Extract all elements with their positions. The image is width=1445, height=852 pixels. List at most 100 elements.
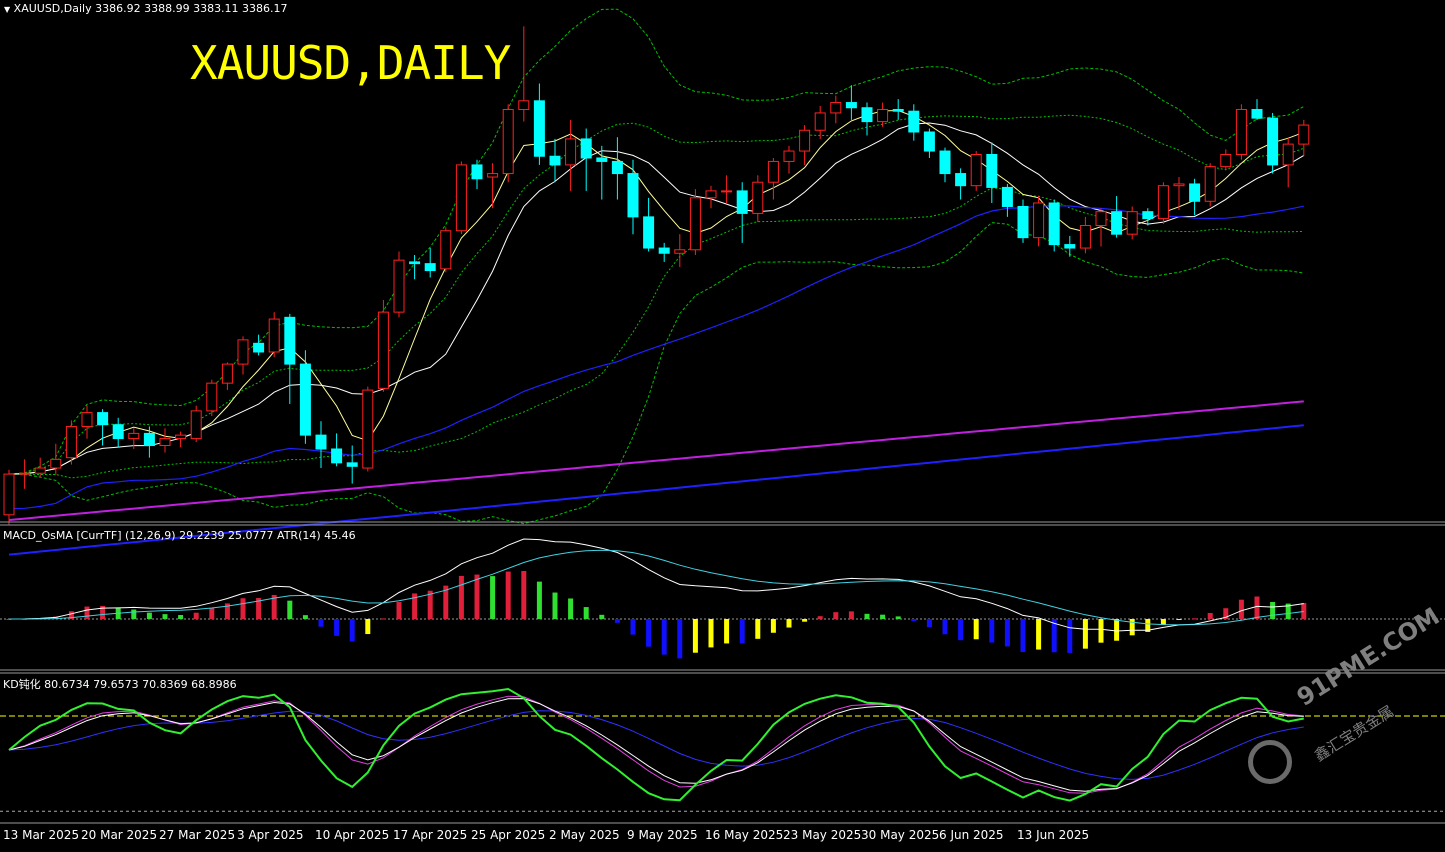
macd-histogram-bar	[739, 619, 745, 644]
macd-histogram-bar	[973, 619, 979, 640]
macd-histogram-bar	[209, 608, 215, 619]
kd-panel	[0, 687, 1445, 812]
macd-histogram-bar	[302, 615, 308, 619]
x-tick-label: 2 May 2025	[549, 828, 620, 842]
candle	[1267, 117, 1279, 166]
candle	[518, 100, 530, 110]
x-tick-label: 9 May 2025	[627, 828, 698, 842]
macd-signal-line	[9, 549, 1304, 626]
macd-histogram-bar	[755, 619, 761, 639]
dropdown-triangle-icon[interactable]: ▼	[4, 5, 10, 14]
candle	[1064, 244, 1076, 249]
panel-frames	[0, 521, 1445, 824]
candle	[892, 108, 904, 112]
candle	[596, 157, 608, 162]
candle	[705, 190, 717, 199]
macd-histogram-bar	[708, 619, 714, 648]
candle	[1001, 186, 1013, 207]
candle	[440, 230, 452, 270]
candle	[19, 472, 31, 475]
ma-mid-line	[8, 122, 1305, 475]
x-tick-label: 25 Apr 2025	[471, 828, 546, 842]
candle	[206, 382, 218, 412]
candle	[627, 173, 639, 218]
macd-histogram-bar	[318, 619, 324, 627]
macd-histogram-bar	[864, 613, 870, 619]
candle	[253, 342, 265, 353]
macd-histogram-bar	[521, 571, 527, 619]
candle	[377, 311, 389, 389]
macd-histogram-bar	[490, 576, 496, 619]
macd-histogram-bar	[193, 612, 199, 619]
candle	[1251, 108, 1263, 119]
macd-histogram-bar	[786, 619, 792, 628]
macd-histogram-bar	[1129, 619, 1135, 636]
macd-histogram-bar	[380, 618, 386, 620]
candle	[814, 112, 826, 131]
macd-histogram-bar	[1192, 618, 1198, 620]
candle	[565, 138, 577, 166]
candle	[1220, 154, 1232, 168]
candle	[237, 339, 249, 365]
candle	[955, 173, 967, 187]
candle	[643, 216, 655, 249]
macd-histogram-bar	[911, 619, 917, 622]
candle	[455, 164, 467, 232]
candle	[81, 412, 93, 427]
candle	[549, 155, 561, 166]
chart-canvas	[0, 8, 1445, 824]
candle	[34, 467, 46, 474]
macd-histogram-bar	[334, 619, 340, 636]
macd-histogram-bar	[240, 598, 246, 619]
x-tick-label: 20 Mar 2025	[81, 828, 158, 842]
symbol-header: ▼ XAUUSD,Daily 3386.92 3388.99 3383.11 3…	[4, 2, 288, 16]
macd-histogram-bar	[505, 571, 511, 619]
candle	[783, 150, 795, 162]
bollinger-mid-upper-line	[8, 114, 1304, 475]
symbol-ohlc-text: XAUUSD,Daily 3386.92 3388.99 3383.11 338…	[13, 2, 288, 15]
macd-histogram-bar	[1036, 619, 1042, 650]
x-tick-label: 17 Apr 2025	[393, 828, 468, 842]
macd-histogram-bar	[568, 598, 574, 619]
candle	[674, 249, 686, 254]
candle	[487, 173, 499, 178]
candle	[471, 164, 483, 180]
candle	[970, 154, 982, 187]
candle	[1282, 143, 1294, 166]
candle	[502, 108, 514, 175]
macd-histogram-bar	[942, 619, 948, 635]
candle	[877, 108, 889, 123]
macd-histogram-bar	[599, 614, 605, 619]
candle	[112, 424, 124, 440]
macd-histogram-bar	[692, 619, 698, 653]
x-tick-label: 27 Mar 2025	[159, 828, 236, 842]
macd-histogram-bar	[1238, 599, 1244, 619]
macd-histogram-bar	[926, 619, 932, 628]
candle	[1298, 124, 1310, 145]
candle	[1017, 205, 1029, 239]
macd-histogram-bar	[833, 612, 839, 619]
macd-histogram-bar	[724, 619, 730, 644]
macd-histogram-bar	[146, 612, 152, 619]
candle	[221, 363, 233, 384]
kd-green-line	[8, 687, 1304, 802]
candle	[3, 473, 15, 516]
candle	[1173, 183, 1185, 187]
candle	[986, 154, 998, 188]
macd-histogram-bar	[880, 614, 886, 619]
candle	[409, 261, 421, 265]
macd-histogram-bar	[131, 609, 137, 619]
macd-histogram-bar	[989, 619, 995, 643]
macd-histogram-bar	[287, 600, 293, 619]
candle	[533, 100, 545, 157]
candle	[128, 432, 140, 440]
candle	[65, 425, 77, 459]
candle	[268, 318, 280, 353]
candle	[299, 363, 311, 436]
candle	[923, 131, 935, 152]
macd-histogram-bar	[1082, 619, 1088, 649]
macd-histogram-bar	[1020, 619, 1026, 653]
kd-label: KD钝化 80.6734 79.6573 70.8369 68.8986	[3, 678, 237, 691]
x-tick-label: 10 Apr 2025	[315, 828, 390, 842]
macd-histogram-bar	[802, 619, 808, 622]
